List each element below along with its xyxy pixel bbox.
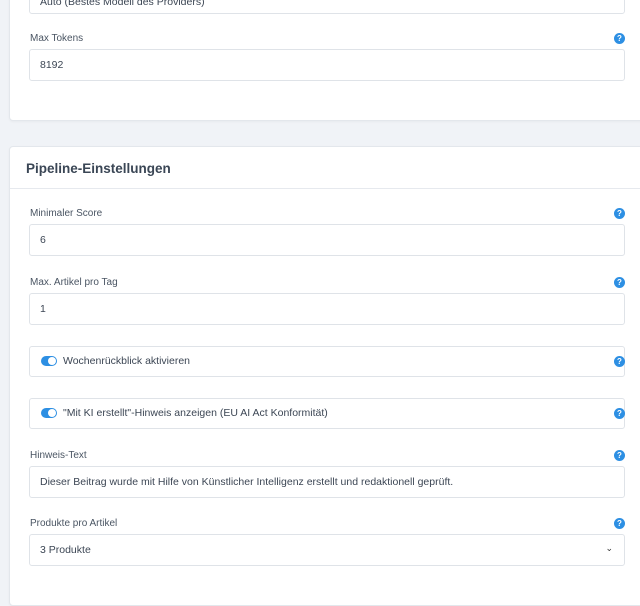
help-icon[interactable]: ? <box>614 518 625 529</box>
model-select-value: Auto (Bestes Modell des Providers) <box>40 0 205 8</box>
pipeline-settings-title: Pipeline-Einstellungen <box>10 147 640 189</box>
notice-text-input[interactable]: Dieser Beitrag wurde mit Hilfe von Künst… <box>29 466 625 498</box>
min-score-label: Minimaler Score <box>30 208 103 219</box>
max-tokens-input[interactable]: 8192 <box>29 49 625 81</box>
help-icon[interactable]: ? <box>614 356 625 367</box>
weekly-review-switch[interactable] <box>41 356 57 366</box>
help-icon[interactable]: ? <box>614 208 625 219</box>
ai-notice-switch[interactable] <box>41 408 57 418</box>
weekly-review-label: Wochenrückblick aktivieren <box>63 355 191 367</box>
max-articles-label: Max. Artikel pro Tag <box>30 277 118 288</box>
model-select[interactable]: Auto (Bestes Modell des Providers) ⌄ <box>29 0 625 14</box>
help-icon[interactable]: ? <box>614 33 625 44</box>
max-articles-input[interactable]: 1 <box>29 293 625 325</box>
products-select-value: 3 Produkte <box>40 544 91 556</box>
products-select[interactable]: 3 Produkte ⌄ <box>29 534 625 566</box>
weekly-review-toggle-row[interactable]: Wochenrückblick aktivieren ? <box>29 346 625 377</box>
products-label: Produkte pro Artikel <box>30 518 118 529</box>
ai-notice-toggle-row[interactable]: "Mit KI erstellt"-Hinweis anzeigen (EU A… <box>29 398 625 429</box>
llm-settings-card: Auto (Bestes Modell des Providers) ⌄ Max… <box>9 0 640 121</box>
help-icon[interactable]: ? <box>614 277 625 288</box>
pipeline-settings-card: Pipeline-Einstellungen Minimaler Score ?… <box>9 146 640 606</box>
ai-notice-label: "Mit KI erstellt"-Hinweis anzeigen (EU A… <box>63 407 328 419</box>
chevron-down-icon: ⌄ <box>605 543 613 553</box>
notice-text-label: Hinweis-Text <box>30 450 87 461</box>
chevron-down-icon: ⌄ <box>605 0 613 3</box>
help-icon[interactable]: ? <box>614 408 625 419</box>
help-icon[interactable]: ? <box>614 450 625 461</box>
min-score-input[interactable]: 6 <box>29 224 625 256</box>
max-tokens-label: Max Tokens <box>30 33 84 44</box>
